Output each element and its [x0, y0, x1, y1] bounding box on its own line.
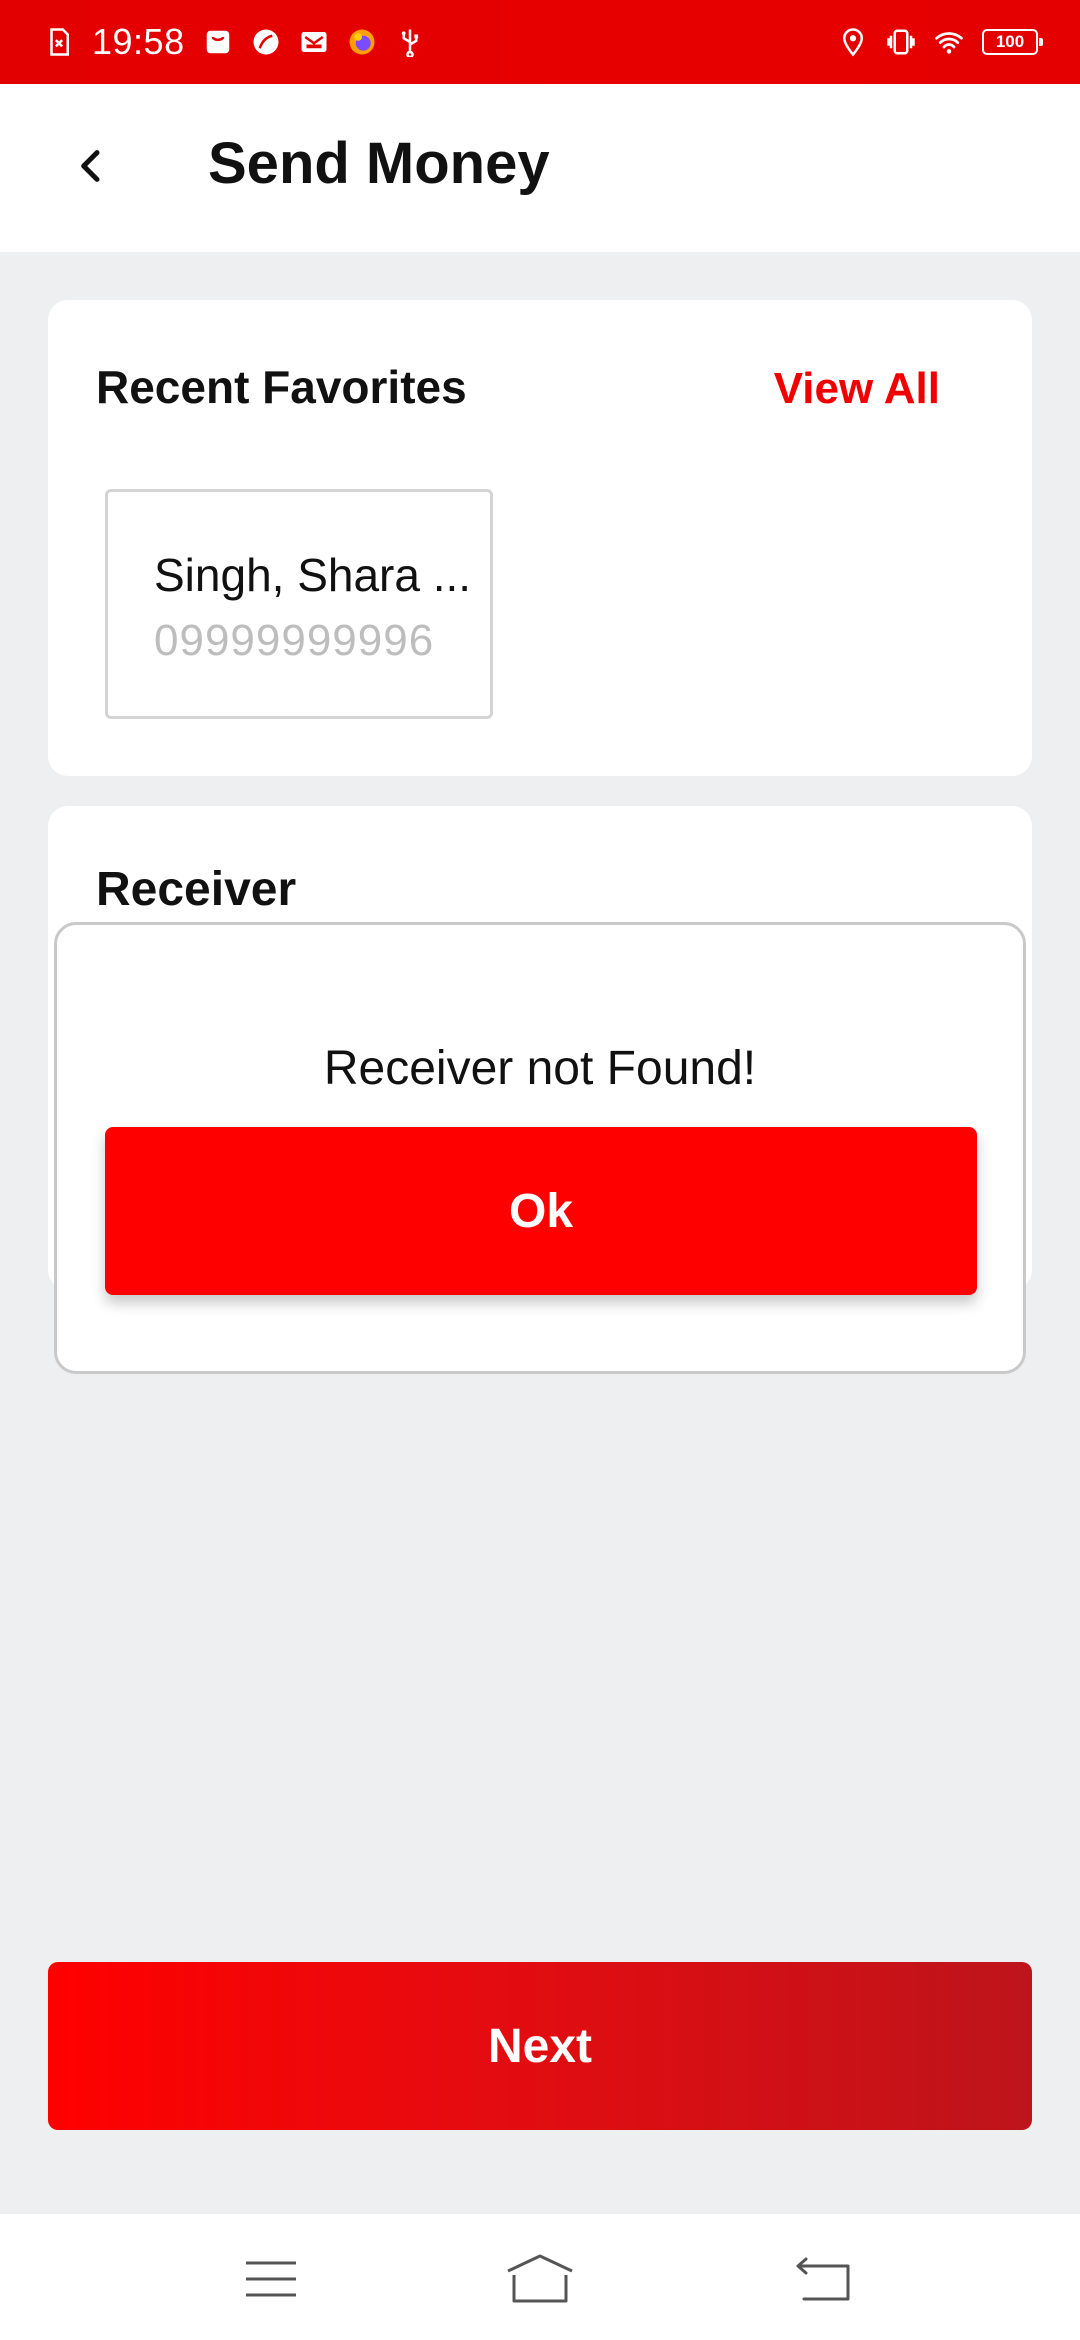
receiver-not-found-dialog: Receiver not Found! Ok	[54, 922, 1026, 1374]
battery-icon: 100	[982, 29, 1043, 55]
receiver-heading: Receiver	[96, 863, 297, 916]
app-bar: Send Money	[0, 84, 1080, 252]
view-all-link[interactable]: View All	[774, 364, 940, 414]
ok-button[interactable]: Ok	[105, 1127, 977, 1295]
back-nav-button[interactable]	[773, 2244, 873, 2314]
menu-nav-button[interactable]	[221, 2244, 321, 2314]
leaf-app-icon	[251, 27, 281, 57]
status-left: 19:58	[44, 21, 425, 63]
location-icon	[838, 27, 868, 57]
usb-icon	[395, 27, 425, 57]
back-nav-icon	[796, 2257, 850, 2301]
favorite-name: Singh, Shara ...	[154, 549, 472, 601]
menu-icon	[246, 2261, 296, 2297]
system-nav-bar	[0, 2214, 1080, 2340]
home-nav-button[interactable]	[490, 2244, 590, 2314]
page-title: Send Money	[208, 131, 550, 196]
shopping-bag-icon	[203, 27, 233, 57]
dialog-message: Receiver not Found!	[323, 1042, 757, 1095]
chevron-left-icon	[81, 150, 100, 182]
mail-icon	[299, 27, 329, 57]
home-icon	[507, 2254, 573, 2303]
browser-icon	[347, 27, 377, 57]
vibrate-icon	[886, 27, 916, 57]
favorite-number: 09999999996	[154, 616, 435, 665]
status-bar: 19:58 100	[0, 0, 1080, 84]
wifi-icon	[934, 27, 964, 57]
back-button[interactable]	[60, 134, 124, 198]
status-time: 19:58	[92, 21, 185, 62]
favorites-heading: Recent Favorites	[96, 361, 467, 413]
favorite-contact-tile[interactable]: Singh, Shara ... 09999999996	[105, 489, 493, 719]
recent-favorites-card: Recent Favorites View All Singh, Shara .…	[48, 300, 1032, 776]
next-button[interactable]: Next	[48, 1962, 1032, 2130]
sim-alert-icon	[44, 27, 74, 57]
status-right: 100	[838, 27, 1043, 57]
